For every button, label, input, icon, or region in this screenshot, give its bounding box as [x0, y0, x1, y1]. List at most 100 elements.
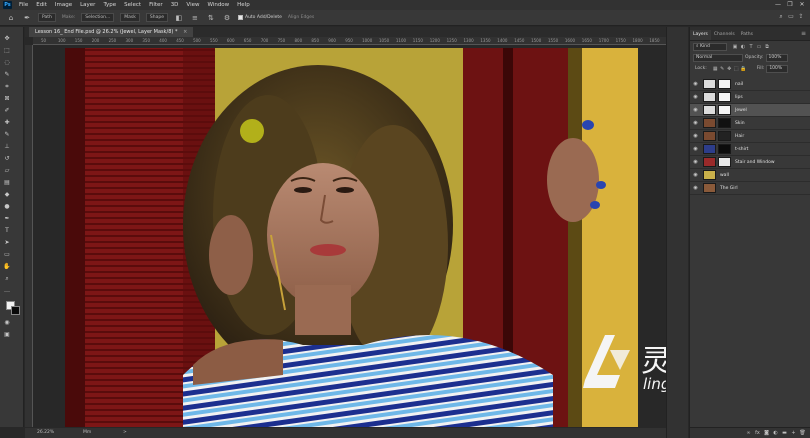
path-operations-icon[interactable]: ◧	[174, 13, 184, 23]
healing-brush-tool-icon[interactable]: ✚	[2, 118, 12, 127]
zoom-level[interactable]: 26.22%	[37, 428, 54, 438]
tab-paths[interactable]: Paths	[738, 30, 756, 40]
layer-row[interactable]: ◉ t-shirt	[690, 143, 810, 156]
lock-image-icon[interactable]: ✎	[719, 66, 726, 72]
layer-mask-thumbnail[interactable]	[718, 131, 731, 141]
type-tool-icon[interactable]: T	[2, 226, 12, 235]
layer-row[interactable]: ◉ Hair	[690, 130, 810, 143]
layer-mask-thumbnail[interactable]	[718, 92, 731, 102]
make-selection-button[interactable]: Selection...	[81, 13, 115, 22]
home-icon[interactable]: ⌂	[6, 13, 16, 23]
make-shape-button[interactable]: Shape	[145, 13, 168, 22]
tab-channels[interactable]: Channels	[711, 30, 738, 40]
status-menu-arrow[interactable]: >	[123, 428, 127, 438]
menu-3d[interactable]: 3D	[167, 0, 183, 10]
layer-thumbnail[interactable]	[703, 118, 716, 128]
layer-row[interactable]: ◉ The Girl	[690, 182, 810, 195]
pixel-filter-icon[interactable]: ▣	[731, 44, 739, 50]
blend-mode-select[interactable]: Normal	[693, 53, 743, 62]
fill-input[interactable]: 100%	[766, 64, 789, 73]
layer-thumbnail[interactable]	[703, 105, 716, 115]
shape-filter-icon[interactable]: ▭	[755, 44, 763, 50]
quick-mask-icon[interactable]: ◉	[2, 318, 12, 327]
menu-type[interactable]: Type	[99, 0, 120, 10]
menu-edit[interactable]: Edit	[32, 0, 51, 10]
layer-thumbnail[interactable]	[703, 157, 716, 167]
eraser-tool-icon[interactable]: ▱	[2, 166, 12, 175]
make-mask-button[interactable]: Mask	[120, 13, 140, 22]
visibility-eye-icon[interactable]: ◉	[690, 94, 701, 100]
layer-row[interactable]: ◉ nail	[690, 78, 810, 91]
eyedropper-tool-icon[interactable]: ✐	[2, 106, 12, 115]
menu-help[interactable]: Help	[233, 0, 254, 10]
layer-row[interactable]: ◉ Jewel	[690, 104, 810, 117]
mask-icon[interactable]: ◙	[762, 430, 771, 436]
visibility-eye-icon[interactable]: ◉	[690, 185, 701, 191]
document-tab[interactable]: Lesson 16_ End File.psd @ 26.2% (Jewel, …	[29, 27, 194, 37]
layer-thumbnail[interactable]	[703, 170, 716, 180]
move-tool-icon[interactable]: ✥	[2, 34, 12, 43]
opacity-input[interactable]: 100%	[765, 53, 788, 62]
hand-tool-icon[interactable]: ✋	[2, 262, 12, 271]
pen-tool-icon[interactable]: ✒	[2, 214, 12, 223]
lock-position-icon[interactable]: ✥	[726, 66, 733, 72]
pen-tool-preset-icon[interactable]: ✒	[22, 13, 32, 23]
stamp-tool-icon[interactable]: ⊥	[2, 142, 12, 151]
dodge-tool-icon[interactable]: ●	[2, 202, 12, 211]
tab-layers[interactable]: Layers	[690, 30, 711, 40]
visibility-eye-icon[interactable]: ◉	[690, 107, 701, 113]
menu-image[interactable]: Image	[51, 0, 76, 10]
lock-transparent-icon[interactable]: ▦	[712, 66, 719, 72]
marquee-tool-icon[interactable]: ⬚	[2, 46, 12, 55]
canvas-area[interactable]: 灵感中国 lingganchina.com	[33, 45, 666, 427]
history-brush-tool-icon[interactable]: ↺	[2, 154, 12, 163]
lock-all-icon[interactable]: 🔒	[740, 66, 747, 72]
brush-tool-icon[interactable]: ✎	[2, 130, 12, 139]
layer-mask-thumbnail[interactable]	[718, 79, 731, 89]
minimize-button[interactable]: —	[772, 0, 784, 10]
layer-thumbnail[interactable]	[703, 183, 716, 193]
filter-kind-select[interactable]: ⌕ Kind	[693, 42, 727, 51]
path-alignment-icon[interactable]: ≡	[190, 13, 200, 23]
layer-thumbnail[interactable]	[703, 92, 716, 102]
background-color-swatch[interactable]	[11, 306, 20, 315]
menu-view[interactable]: View	[182, 0, 203, 10]
lasso-tool-icon[interactable]: ◌	[2, 58, 12, 67]
group-icon[interactable]: ▬	[780, 430, 789, 436]
menu-filter[interactable]: Filter	[145, 0, 167, 10]
layer-thumbnail[interactable]	[703, 131, 716, 141]
screen-mode-icon[interactable]: ▣	[2, 330, 12, 339]
tool-mode-select[interactable]: Path	[38, 13, 56, 22]
layer-row[interactable]: ◉ Skin	[690, 117, 810, 130]
path-arrangement-icon[interactable]: ⇅	[206, 13, 216, 23]
type-filter-icon[interactable]: T	[747, 44, 755, 50]
layer-mask-thumbnail[interactable]	[718, 144, 731, 154]
visibility-eye-icon[interactable]: ◉	[690, 146, 701, 152]
layer-row[interactable]: ◉ wall	[690, 169, 810, 182]
frame-tool-icon[interactable]: ⊠	[2, 94, 12, 103]
visibility-eye-icon[interactable]: ◉	[690, 133, 701, 139]
close-tab-icon[interactable]: ×	[183, 29, 187, 35]
layer-mask-thumbnail[interactable]	[718, 157, 731, 167]
adjustment-filter-icon[interactable]: ◐	[739, 44, 747, 50]
layer-mask-thumbnail[interactable]	[718, 118, 731, 128]
adjustment-icon[interactable]: ◐	[771, 430, 780, 436]
more-tools-icon[interactable]: …	[2, 286, 12, 295]
visibility-eye-icon[interactable]: ◉	[690, 172, 701, 178]
menu-select[interactable]: Select	[120, 0, 145, 10]
layer-thumbnail[interactable]	[703, 79, 716, 89]
gradient-tool-icon[interactable]: ▤	[2, 178, 12, 187]
trash-icon[interactable]: 🗑	[798, 430, 807, 436]
search-icon[interactable]: ⌕	[776, 13, 786, 21]
path-select-tool-icon[interactable]: ➤	[2, 238, 12, 247]
document-info[interactable]: Mm	[83, 428, 91, 438]
new-layer-icon[interactable]: +	[789, 430, 798, 436]
smart-object-filter-icon[interactable]: ⧉	[763, 44, 771, 50]
crop-tool-icon[interactable]: ⌗	[2, 82, 12, 91]
layer-thumbnail[interactable]	[703, 144, 716, 154]
visibility-eye-icon[interactable]: ◉	[690, 120, 701, 126]
align-edges-label[interactable]: Align Edges	[288, 15, 314, 20]
menu-layer[interactable]: Layer	[76, 0, 99, 10]
settings-gear-icon[interactable]: ⚙	[222, 13, 232, 23]
menu-file[interactable]: File	[15, 0, 32, 10]
